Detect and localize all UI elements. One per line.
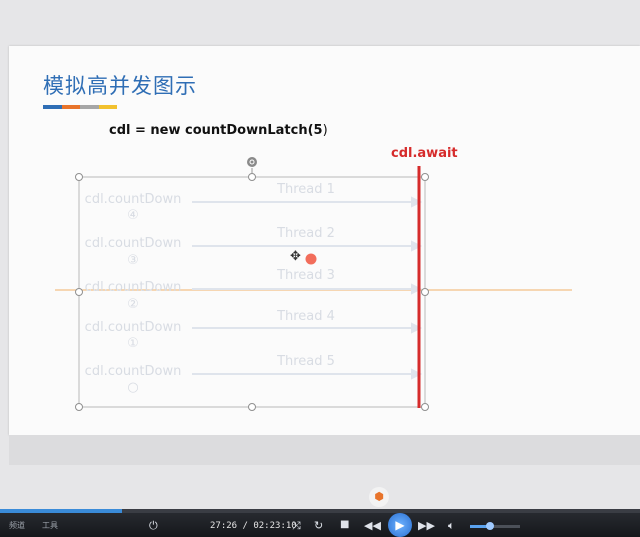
- player-tab-channel[interactable]: 频道: [9, 520, 25, 531]
- rotate-handle-icon[interactable]: [247, 157, 257, 167]
- thread-label-2: Thread 2: [277, 226, 335, 241]
- countdown-label-4: cdl.countDown: [84, 320, 182, 335]
- thread-label-5: Thread 5: [277, 354, 335, 369]
- resize-handle-b[interactable]: [248, 403, 256, 411]
- resize-handle-r[interactable]: [421, 288, 429, 296]
- move-cursor-icon: ✥: [290, 249, 301, 264]
- fast-forward-icon[interactable]: ▶▶: [418, 519, 435, 532]
- sync-badge-icon[interactable]: ⬢: [369, 487, 389, 507]
- resize-handle-br[interactable]: [421, 403, 429, 411]
- resize-handle-bl[interactable]: [75, 403, 83, 411]
- play-icon[interactable]: ▶: [388, 513, 412, 537]
- thread-label-1: Thread 1: [277, 182, 335, 197]
- progress-fill: [0, 509, 122, 513]
- progress-track[interactable]: [0, 509, 640, 513]
- player-tab-tools[interactable]: 工具: [42, 520, 58, 531]
- countdown-label-3: cdl.countDown: [84, 280, 182, 295]
- volume-knob[interactable]: [486, 522, 494, 530]
- rewind-icon[interactable]: ◀◀: [364, 519, 381, 532]
- thread-label-3: Thread 3: [277, 268, 335, 283]
- resize-handle-t[interactable]: [248, 173, 256, 181]
- repeat-icon[interactable]: ↻: [314, 519, 323, 532]
- countdown-count-1: ④: [127, 208, 139, 223]
- volume-icon[interactable]: 🔈︎: [448, 519, 455, 533]
- volume-slider[interactable]: [470, 522, 520, 530]
- power-icon[interactable]: ⏻: [149, 519, 158, 533]
- stop-icon[interactable]: ■: [340, 519, 349, 530]
- countdown-count-4: ①: [127, 336, 139, 351]
- countdown-label-2: cdl.countDown: [84, 236, 182, 251]
- countdown-count-2: ③: [127, 253, 139, 268]
- countdown-count-5: ○: [127, 380, 139, 395]
- thread-label-4: Thread 4: [277, 309, 335, 324]
- resize-handle-tr[interactable]: [421, 173, 429, 181]
- playback-time: 27:26 / 02:23:10: [210, 521, 297, 531]
- countdown-label-5: cdl.countDown: [84, 364, 182, 379]
- resize-handle-tl[interactable]: [75, 173, 83, 181]
- laser-pointer-dot: [305, 253, 317, 265]
- shuffle-icon[interactable]: ⤨: [292, 519, 301, 533]
- countdown-count-3: ②: [127, 297, 139, 312]
- countdown-label-1: cdl.countDown: [84, 192, 182, 207]
